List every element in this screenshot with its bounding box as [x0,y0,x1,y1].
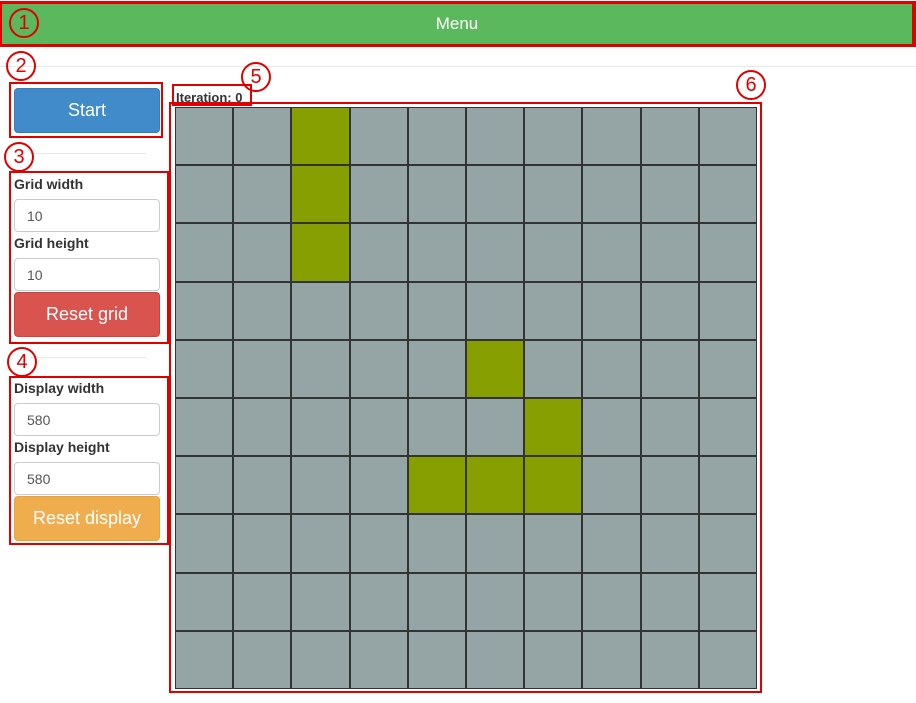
annotation-label-2: 2 [6,51,36,81]
annotation-box-4 [9,376,169,545]
annotation-label-5: 5 [241,62,271,92]
section-divider [30,357,146,358]
annotation-label-1: 1 [9,8,39,38]
annotation-box-3 [9,171,169,344]
annotation-label-3: 3 [4,142,34,172]
annotation-label-4: 4 [7,347,37,377]
annotation-label-6: 6 [736,70,766,100]
annotation-box-1 [0,1,916,47]
section-divider [30,153,146,154]
annotation-box-2 [9,82,163,138]
annotation-box-6 [169,102,762,693]
header-divider [0,66,916,67]
